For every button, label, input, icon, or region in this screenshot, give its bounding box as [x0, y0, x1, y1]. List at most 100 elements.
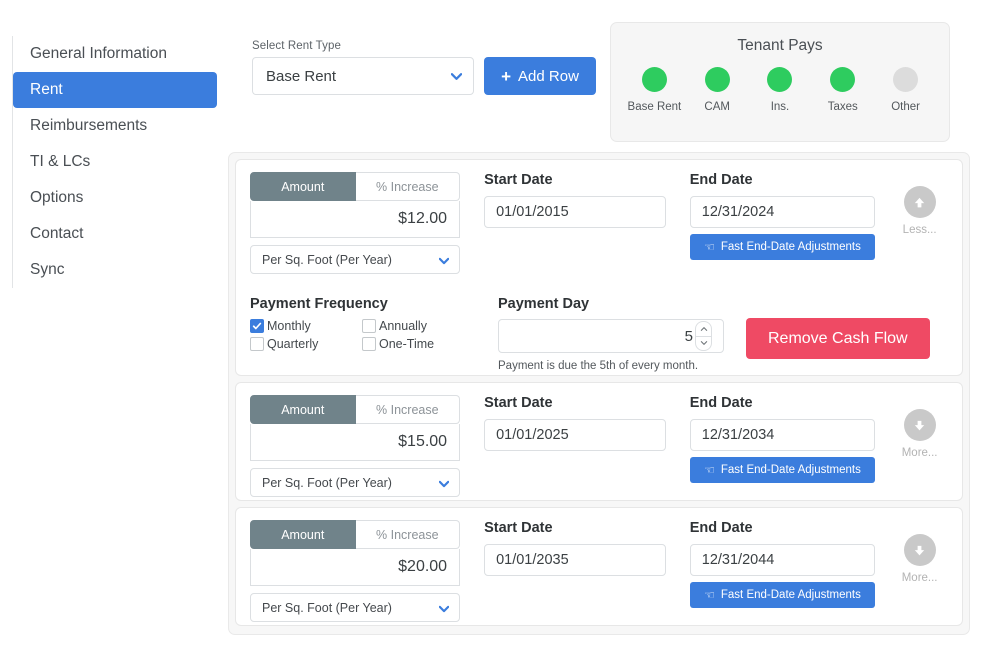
- sidebar-item-label: General Information: [30, 45, 167, 62]
- percent-toggle-label: % Increase: [376, 179, 439, 194]
- start-date-value: 01/01/2035: [496, 552, 569, 568]
- tenant-pays-item-ins[interactable]: Ins.: [749, 67, 811, 113]
- amount-input[interactable]: $12.00: [250, 201, 461, 238]
- amount-column: Amount % Increase $12.00 Per Sq. Foot (P…: [250, 172, 461, 274]
- collapse-row-button[interactable]: [903, 186, 936, 218]
- end-date-input[interactable]: 12/31/2024: [689, 196, 876, 228]
- tenant-pays-label: Base Rent: [627, 101, 682, 113]
- end-date-input[interactable]: 12/31/2044: [689, 544, 876, 576]
- sidebar-item-label: Sync: [30, 261, 65, 278]
- arrow-down-icon: [914, 545, 925, 555]
- checkbox-quarterly[interactable]: Quarterly: [250, 337, 362, 351]
- sidebar-item-general-information[interactable]: General Information: [13, 36, 217, 72]
- percent-increase-mode-toggle[interactable]: % Increase: [355, 395, 461, 424]
- start-date-column: Start Date 01/01/2015: [484, 172, 666, 274]
- start-date-label: Start Date: [484, 172, 553, 188]
- sidebar-nav: General Information Rent Reimbursements …: [12, 36, 217, 288]
- amount-toggle-label: Amount: [281, 179, 325, 194]
- tenant-pays-item-taxes[interactable]: Taxes: [812, 67, 874, 113]
- end-date-column: End Date 12/31/2044 ☜ Fast End-Date Adju…: [689, 520, 876, 622]
- stepper-decrement-button[interactable]: [695, 335, 712, 351]
- tenant-pays-item-other[interactable]: Other: [875, 67, 937, 113]
- cash-flow-row: Amount % Increase $15.00 Per Sq. Foot (P…: [235, 382, 963, 501]
- payment-day-column: Payment Day 5 Payment is due the 5th of …: [498, 296, 724, 372]
- checkbox-one-time[interactable]: One-Time: [362, 337, 474, 351]
- amount-column: Amount % Increase $15.00 Per Sq. Foot (P…: [250, 395, 461, 497]
- amount-toggle-label: Amount: [281, 402, 325, 417]
- checkbox-box: [362, 319, 376, 333]
- rent-type-select[interactable]: Base Rent: [252, 57, 474, 95]
- fast-adjust-label: Fast End-Date Adjustments: [720, 589, 861, 601]
- sidebar-item-sync[interactable]: Sync: [13, 252, 217, 288]
- start-date-input[interactable]: 01/01/2015: [484, 196, 666, 228]
- end-date-column: End Date 12/31/2034 ☜ Fast End-Date Adju…: [689, 395, 876, 497]
- checkbox-monthly[interactable]: Monthly: [250, 319, 362, 333]
- amount-mode-toggle[interactable]: Amount: [250, 520, 356, 549]
- fast-end-date-adjustments-button[interactable]: ☜ Fast End-Date Adjustments: [689, 234, 876, 260]
- amount-input[interactable]: $20.00: [250, 549, 461, 586]
- add-row-label: Add Row: [518, 67, 579, 85]
- start-date-label: Start Date: [484, 395, 553, 411]
- remove-cash-flow-button[interactable]: Remove Cash Flow: [746, 318, 930, 359]
- amount-input[interactable]: $15.00: [250, 424, 461, 461]
- pointing-hand-icon: ☜: [704, 588, 715, 602]
- sidebar-item-label: Rent: [30, 81, 63, 98]
- chevron-down-icon: [451, 71, 462, 82]
- tenant-pays-panel: Tenant Pays Base Rent CAM Ins. Taxes Oth…: [610, 22, 950, 142]
- sidebar-item-label: Contact: [30, 225, 84, 242]
- amount-mode-toggle[interactable]: Amount: [250, 395, 356, 424]
- sidebar-item-label: Reimbursements: [30, 117, 148, 134]
- expand-row-button[interactable]: [903, 534, 936, 566]
- tenant-pays-item-cam[interactable]: CAM: [686, 67, 748, 113]
- tenant-pays-item-base-rent[interactable]: Base Rent: [623, 67, 685, 113]
- expand-row-button[interactable]: [903, 409, 936, 441]
- expand-control: More...: [891, 395, 948, 497]
- status-dot-active: [830, 67, 856, 92]
- payment-day-title: Payment Day: [498, 296, 590, 312]
- pointing-hand-icon: ☜: [704, 463, 715, 477]
- sidebar-item-contact[interactable]: Contact: [13, 216, 217, 252]
- sidebar-item-ti-and-lcs[interactable]: TI & LCs: [13, 144, 217, 180]
- percent-increase-mode-toggle[interactable]: % Increase: [355, 520, 461, 549]
- amount-value: $20.00: [398, 558, 448, 575]
- amount-unit-select[interactable]: Per Sq. Foot (Per Year): [250, 468, 461, 497]
- fast-end-date-adjustments-button[interactable]: ☜ Fast End-Date Adjustments: [689, 457, 876, 483]
- checkbox-annually[interactable]: Annually: [362, 319, 474, 333]
- start-date-input[interactable]: 01/01/2025: [484, 419, 666, 451]
- amount-unit-value: Per Sq. Foot (Per Year): [262, 600, 392, 615]
- payment-frequency-title: Payment Frequency: [250, 296, 388, 312]
- payment-day-note: Payment is due the 5th of every month.: [498, 360, 699, 372]
- amount-unit-select[interactable]: Per Sq. Foot (Per Year): [250, 593, 461, 622]
- sidebar-item-reimbursements[interactable]: Reimbursements: [13, 108, 217, 144]
- expand-control: More...: [891, 520, 948, 622]
- caret-up-icon: [700, 326, 707, 331]
- add-row-button[interactable]: + Add Row: [484, 57, 596, 95]
- percent-increase-mode-toggle[interactable]: % Increase: [355, 172, 461, 201]
- start-date-value: 01/01/2015: [496, 204, 569, 220]
- amount-mode-toggle[interactable]: Amount: [250, 172, 356, 201]
- expand-label: More...: [901, 447, 938, 459]
- stepper-increment-button[interactable]: [695, 321, 712, 336]
- caret-down-icon: [700, 341, 707, 346]
- status-dot-inactive: [893, 67, 919, 92]
- fast-end-date-adjustments-button[interactable]: ☜ Fast End-Date Adjustments: [689, 582, 876, 608]
- sidebar-item-rent[interactable]: Rent: [13, 72, 217, 108]
- collapse-label: Less...: [902, 224, 937, 236]
- rent-editor-page: General Information Rent Reimbursements …: [0, 0, 986, 651]
- checkbox-label: Quarterly: [267, 337, 319, 351]
- payment-day-stepper[interactable]: 5: [498, 319, 724, 353]
- amount-unit-select[interactable]: Per Sq. Foot (Per Year): [250, 245, 461, 274]
- amount-value: $15.00: [398, 433, 448, 450]
- sidebar-item-options[interactable]: Options: [13, 180, 217, 216]
- percent-toggle-label: % Increase: [376, 527, 439, 542]
- checkbox-label: Monthly: [267, 319, 311, 333]
- checkbox-box: [362, 337, 376, 351]
- arrow-down-icon: [914, 420, 925, 430]
- amount-unit-value: Per Sq. Foot (Per Year): [262, 252, 392, 267]
- end-date-input[interactable]: 12/31/2034: [689, 419, 876, 451]
- tenant-pays-label: CAM: [704, 101, 730, 113]
- rent-type-value: Base Rent: [266, 67, 337, 85]
- checkbox-label: Annually: [379, 319, 427, 333]
- start-date-input[interactable]: 01/01/2035: [484, 544, 666, 576]
- stepper-buttons: [695, 321, 712, 351]
